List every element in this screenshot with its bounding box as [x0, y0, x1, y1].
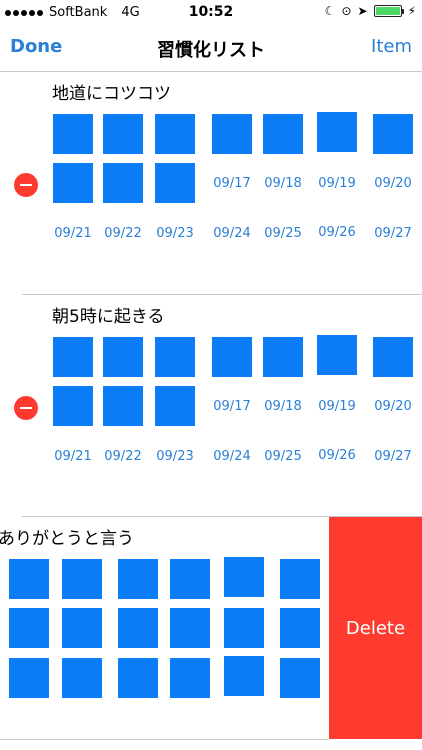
date-label: 09/21: [54, 449, 92, 464]
check-square: [53, 337, 93, 377]
check-square: [103, 337, 143, 377]
check-square: [53, 114, 93, 154]
check-square: [280, 658, 320, 698]
check-square: [224, 557, 264, 597]
date-label: 09/27: [374, 449, 412, 464]
habit-title: 朝5時に起きる: [52, 307, 165, 327]
delete-minus-icon[interactable]: [14, 173, 38, 197]
date-label: 09/22: [104, 226, 142, 241]
check-square: [103, 114, 143, 154]
date-label: 09/20: [374, 399, 412, 414]
date-label: 09/23: [156, 449, 194, 464]
check-square: [373, 114, 413, 154]
check-square: [62, 608, 102, 648]
location-icon: ➤: [357, 4, 368, 18]
check-square: [170, 608, 210, 648]
date-label: 09/18: [264, 176, 302, 191]
check-square: [224, 656, 264, 696]
page-title: 習慣化リスト: [157, 40, 265, 61]
check-square: [9, 658, 49, 698]
date-label: 09/17: [213, 176, 251, 191]
check-square: [170, 658, 210, 698]
battery-icon: [373, 5, 404, 17]
check-square: [280, 559, 320, 599]
check-square: [103, 163, 143, 203]
check-square: [224, 608, 264, 648]
date-label: 09/24: [213, 449, 251, 464]
check-square: [155, 163, 195, 203]
date-label: 09/24: [213, 226, 251, 241]
check-square: [155, 114, 195, 154]
item-button[interactable]: Item: [371, 36, 412, 57]
date-label: 09/19: [318, 176, 356, 191]
date-label: 09/27: [374, 226, 412, 241]
check-square: [118, 559, 158, 599]
date-label: 09/21: [54, 226, 92, 241]
rotation-lock-icon: ⊙: [341, 4, 352, 18]
check-square: [263, 114, 303, 154]
check-square: [62, 559, 102, 599]
check-square: [53, 163, 93, 203]
check-square: [212, 114, 252, 154]
date-label: 09/20: [374, 176, 412, 191]
delete-button[interactable]: Delete: [329, 517, 422, 739]
check-square: [155, 386, 195, 426]
habit-cell-swiped[interactable]: ありがとうと言う: [0, 517, 329, 739]
check-square: [170, 559, 210, 599]
check-square: [9, 608, 49, 648]
check-square: [317, 335, 357, 375]
moon-icon: ☾: [324, 4, 336, 18]
habit-title: 地道にコツコツ: [52, 84, 171, 104]
status-right: ☾ ⊙ ➤ ⚡: [325, 4, 416, 18]
check-square: [263, 337, 303, 377]
check-square: [53, 386, 93, 426]
navigation-bar: Done 習慣化リスト Item: [0, 24, 422, 72]
date-label: 09/22: [104, 449, 142, 464]
date-label: 09/25: [264, 226, 302, 241]
check-square: [103, 386, 143, 426]
date-label: 09/17: [213, 399, 251, 414]
habit-title: ありがとうと言う: [0, 529, 134, 549]
charging-icon: ⚡: [407, 4, 416, 18]
date-label: 09/18: [264, 399, 302, 414]
check-square: [317, 112, 357, 152]
date-label: 09/26: [318, 225, 356, 240]
cell-separator: [0, 739, 329, 740]
check-square: [280, 608, 320, 648]
check-square: [118, 608, 158, 648]
date-label: 09/26: [318, 448, 356, 463]
check-square: [62, 658, 102, 698]
check-square: [9, 559, 49, 599]
habit-cell[interactable]: 地道にコツコツ 09/17 09/18 09/19 09/20 09/21 09…: [0, 72, 422, 294]
status-bar: SoftBank 4G 10:52 ☾ ⊙ ➤ ⚡: [0, 0, 422, 24]
date-label: 09/25: [264, 449, 302, 464]
check-square: [155, 337, 195, 377]
delete-minus-icon[interactable]: [14, 396, 38, 420]
check-square: [373, 337, 413, 377]
check-square: [118, 658, 158, 698]
habit-cell[interactable]: 朝5時に起きる 09/17 09/18 09/19 09/20 09/21 09…: [0, 295, 422, 517]
date-label: 09/19: [318, 399, 356, 414]
date-label: 09/23: [156, 226, 194, 241]
check-square: [212, 337, 252, 377]
